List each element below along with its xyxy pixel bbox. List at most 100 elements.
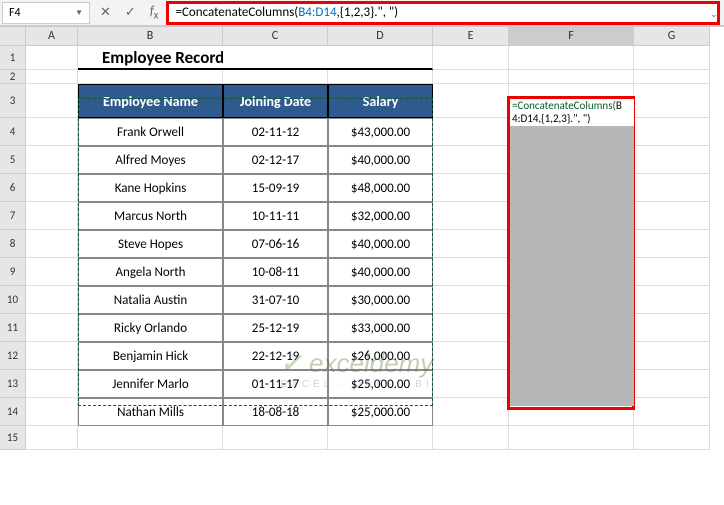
cell-name-7[interactable]: Ricky Orlando — [78, 314, 223, 342]
row-header-3[interactable]: 3 — [0, 84, 26, 118]
name-box-dropdown-icon[interactable]: ▼ — [75, 8, 83, 18]
cancel-icon[interactable]: ✕ — [100, 5, 111, 20]
cell-A9[interactable] — [26, 258, 78, 286]
row-header-4[interactable]: 4 — [0, 118, 26, 146]
row-header-8[interactable]: 8 — [0, 230, 26, 258]
cell-name-8[interactable]: Benjamin Hick — [78, 342, 223, 370]
cell-E9[interactable] — [433, 258, 509, 286]
row-header-12[interactable]: 12 — [0, 342, 26, 370]
cell-date-7[interactable]: 25-12-19 — [223, 314, 328, 342]
cell-name-5[interactable]: Angela North — [78, 258, 223, 286]
cell-G5[interactable] — [634, 146, 710, 174]
cell-G7[interactable] — [634, 202, 710, 230]
cell-B15[interactable] — [78, 426, 223, 450]
accept-icon[interactable]: ✓ — [125, 5, 136, 20]
cell-G9[interactable] — [634, 258, 710, 286]
cell-E8[interactable] — [433, 230, 509, 258]
cell-salary-2[interactable]: $48,000.00 — [328, 174, 433, 202]
cell-E5[interactable] — [433, 146, 509, 174]
cell-E15[interactable] — [433, 426, 509, 450]
cell-A4[interactable] — [26, 118, 78, 146]
cell-G2[interactable] — [634, 70, 710, 84]
cell-f4-formula-display[interactable]: =ConcatenateColumns(B4:D14,{1,2,3}.", ") — [510, 99, 634, 126]
row-header-1[interactable]: 1 — [0, 46, 26, 70]
cell-D1[interactable] — [328, 46, 433, 70]
col-header-f[interactable]: F — [509, 27, 634, 46]
row-header-11[interactable]: 11 — [0, 314, 26, 342]
cell-date-0[interactable]: 02-11-12 — [223, 118, 328, 146]
cell-A13[interactable] — [26, 370, 78, 398]
cell-E1[interactable] — [433, 46, 509, 70]
row-header-2[interactable]: 2 — [0, 70, 26, 84]
cell-name-3[interactable]: Marcus North — [78, 202, 223, 230]
cell-G15[interactable] — [634, 426, 710, 450]
cell-F2[interactable] — [509, 70, 634, 84]
cell-name-2[interactable]: Kane Hopkins — [78, 174, 223, 202]
cell-date-1[interactable]: 02-12-17 — [223, 146, 328, 174]
cell-A14[interactable] — [26, 398, 78, 426]
row-header-13[interactable]: 13 — [0, 370, 26, 398]
col-header-d[interactable]: D — [328, 27, 433, 46]
cell-date-6[interactable]: 31-07-10 — [223, 286, 328, 314]
cell-salary-1[interactable]: $40,000.00 — [328, 146, 433, 174]
cell-E11[interactable] — [433, 314, 509, 342]
col-header-a[interactable]: A — [26, 27, 78, 46]
cell-E4[interactable] — [433, 118, 509, 146]
row-header-7[interactable]: 7 — [0, 202, 26, 230]
name-box[interactable]: F4 ▼ — [2, 2, 90, 24]
cell-A12[interactable] — [26, 342, 78, 370]
cell-name-9[interactable]: Jennifer Marlo — [78, 370, 223, 398]
formula-input[interactable]: =ConcatenateColumns(B4:D14,{1,2,3}.", ") — [166, 1, 720, 25]
col-header-c[interactable]: C — [223, 27, 328, 46]
fx-icon[interactable]: fx — [150, 4, 159, 22]
cell-date-2[interactable]: 15-09-19 — [223, 174, 328, 202]
cell-A11[interactable] — [26, 314, 78, 342]
cell-G13[interactable] — [634, 370, 710, 398]
cell-date-10[interactable]: 18-08-18 — [223, 398, 328, 426]
row-header-10[interactable]: 10 — [0, 286, 26, 314]
cell-G11[interactable] — [634, 314, 710, 342]
cell-E3[interactable] — [433, 84, 509, 118]
header-name[interactable]: Employee Name — [78, 84, 223, 118]
cell-name-6[interactable]: Natalia Austin — [78, 286, 223, 314]
cell-salary-4[interactable]: $40,000.00 — [328, 230, 433, 258]
cell-A3[interactable] — [26, 84, 78, 118]
cell-G10[interactable] — [634, 286, 710, 314]
cell-G12[interactable] — [634, 342, 710, 370]
cell-F1[interactable] — [509, 46, 634, 70]
cell-date-3[interactable]: 10-11-11 — [223, 202, 328, 230]
cell-C2[interactable] — [223, 70, 328, 84]
cell-F15[interactable] — [509, 426, 634, 450]
cell-D15[interactable] — [328, 426, 433, 450]
select-all-corner[interactable] — [0, 27, 26, 46]
col-header-g[interactable]: G — [634, 27, 710, 46]
cell-name-0[interactable]: Frank Orwell — [78, 118, 223, 146]
title-cell[interactable]: Employee Record of Johnson Group — [78, 46, 223, 70]
cell-E6[interactable] — [433, 174, 509, 202]
cell-E7[interactable] — [433, 202, 509, 230]
cell-name-10[interactable]: Nathan Mills — [78, 398, 223, 426]
col-header-b[interactable]: B — [78, 27, 223, 46]
cell-G3[interactable] — [634, 84, 710, 118]
cell-name-4[interactable]: Steve Hopes — [78, 230, 223, 258]
row-header-14[interactable]: 14 — [0, 398, 26, 426]
cell-C1[interactable] — [223, 46, 328, 70]
header-date[interactable]: Joining Date — [223, 84, 328, 118]
cell-salary-10[interactable]: $25,000.00 — [328, 398, 433, 426]
row-header-9[interactable]: 9 — [0, 258, 26, 286]
cell-A7[interactable] — [26, 202, 78, 230]
cell-E13[interactable] — [433, 370, 509, 398]
cell-G6[interactable] — [634, 174, 710, 202]
cell-date-8[interactable]: 22-12-19 — [223, 342, 328, 370]
cell-date-4[interactable]: 07-06-16 — [223, 230, 328, 258]
row-header-5[interactable]: 5 — [0, 146, 26, 174]
cell-salary-6[interactable]: $30,000.00 — [328, 286, 433, 314]
row-header-15[interactable]: 15 — [0, 426, 26, 450]
cell-E12[interactable] — [433, 342, 509, 370]
cell-salary-7[interactable]: $33,000.00 — [328, 314, 433, 342]
header-salary[interactable]: Salary — [328, 84, 433, 118]
cell-A1[interactable] — [26, 46, 78, 70]
cell-A8[interactable] — [26, 230, 78, 258]
cell-A2[interactable] — [26, 70, 78, 84]
cell-G14[interactable] — [634, 398, 710, 426]
